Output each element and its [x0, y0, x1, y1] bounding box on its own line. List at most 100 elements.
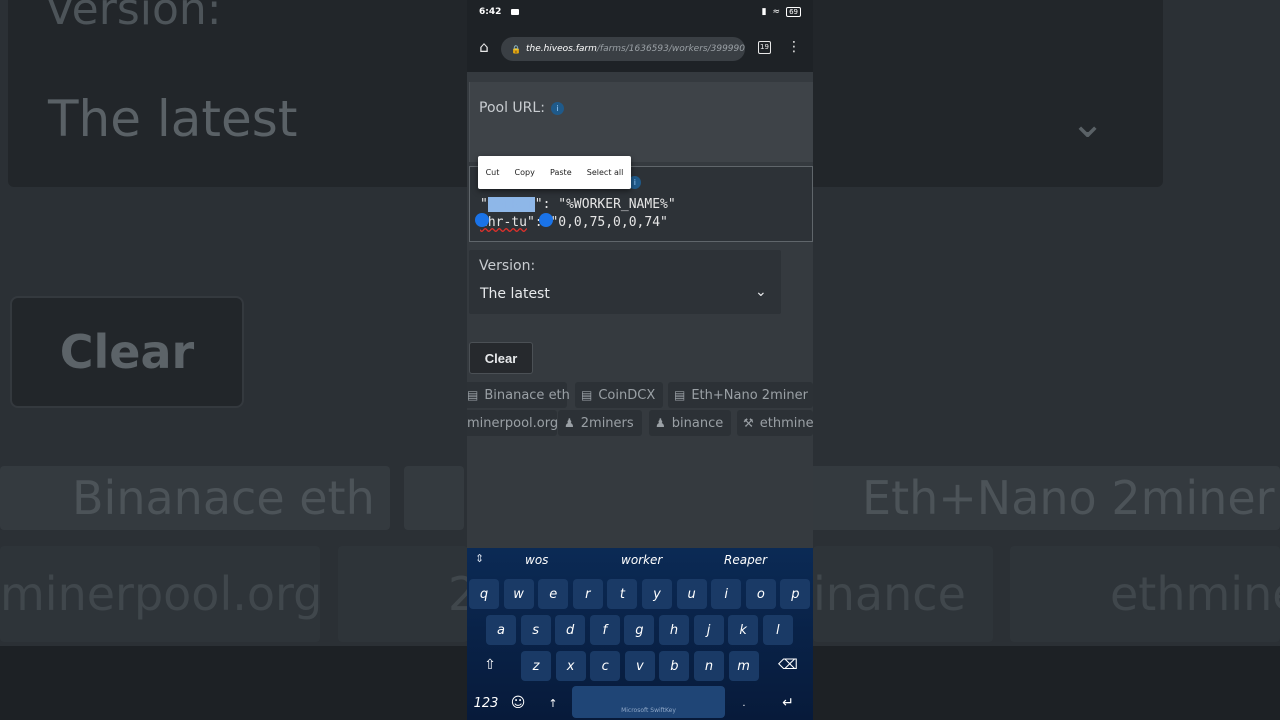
- shift-icon[interactable]: ⇧: [477, 650, 503, 680]
- suggestion[interactable]: worker: [621, 553, 662, 567]
- template-chip[interactable]: ⚒ ethmine: [737, 410, 813, 436]
- bg-chip: 2: [338, 546, 477, 642]
- key-d[interactable]: d: [555, 615, 586, 645]
- bg-chip: ethmine: [1010, 546, 1280, 642]
- menu-item-copy[interactable]: Copy: [515, 168, 535, 177]
- expand-toolbar-icon[interactable]: ⇕: [475, 552, 484, 565]
- template-chip-row: ▤ Binanace eth ▤ CoinDCX ▤ Eth+Nano 2miner: [467, 382, 813, 408]
- template-chip[interactable]: ▤ Eth+Nano 2miner: [668, 382, 813, 408]
- template-chip[interactable]: ▤ CoinDCX: [575, 382, 663, 408]
- key-u[interactable]: u: [676, 579, 707, 609]
- bg-chip: minerpool.org: [0, 546, 322, 642]
- status-bar: 6:42 ▮ ≈ 69: [467, 0, 813, 24]
- selected-text: worker: [487, 197, 535, 212]
- clear-button[interactable]: Clear: [469, 342, 533, 374]
- key-c[interactable]: c: [590, 651, 621, 681]
- tab-switcher-button[interactable]: 19: [758, 41, 771, 54]
- key-p[interactable]: p: [780, 579, 811, 609]
- template-chip[interactable]: ♟ binance: [649, 410, 731, 436]
- pool-icon: ♟: [564, 416, 575, 430]
- microphone-icon[interactable]: ↑: [540, 688, 566, 718]
- info-icon[interactable]: i: [550, 101, 564, 115]
- page-content: Pool URL:i :i "worker": "%WORKER_NAME%" …: [467, 72, 813, 548]
- bg-version-value: The latest: [48, 90, 298, 148]
- menu-item-select-all[interactable]: Select all: [587, 168, 624, 177]
- bg-chevron-down-icon: ⌄: [1070, 98, 1106, 147]
- bg-chip: Binanace eth: [0, 466, 390, 530]
- lock-icon: 🔒: [511, 44, 521, 54]
- key-g[interactable]: g: [624, 615, 655, 645]
- emoji-icon[interactable]: ☺: [505, 688, 531, 718]
- key-t[interactable]: t: [607, 579, 638, 609]
- phone-screen: 6:42 ▮ ≈ 69 ⌂ 🔒 the.hiveos.farm /farms/1…: [467, 0, 813, 720]
- url-host: the.hiveos.farm: [525, 44, 597, 54]
- key-e[interactable]: e: [538, 579, 569, 609]
- key-s[interactable]: s: [520, 615, 551, 645]
- recording-icon: [511, 9, 520, 15]
- key-r[interactable]: r: [572, 579, 603, 609]
- space-bar[interactable]: Microsoft SwiftKey: [572, 686, 725, 718]
- bg-version-label: Version:: [45, 0, 222, 35]
- key-q[interactable]: q: [469, 579, 499, 609]
- signal-icon: ▮: [761, 7, 767, 17]
- address-bar[interactable]: 🔒 the.hiveos.farm /farms/1636593/workers…: [501, 37, 745, 61]
- bg-chip: [404, 466, 464, 530]
- chevron-down-icon: ⌄: [755, 284, 767, 300]
- backspace-icon[interactable]: ⌫: [773, 650, 803, 680]
- pool-url-field[interactable]: Pool URL: i: [469, 82, 813, 162]
- status-time: 6:42: [479, 7, 502, 17]
- browser-toolbar: ⌂ 🔒 the.hiveos.farm /farms/1636593/worke…: [467, 24, 813, 72]
- template-chip[interactable]: ♟ 2miners: [558, 410, 642, 436]
- more-options-icon[interactable]: ⋮: [787, 39, 801, 55]
- bg-chip: inance: [813, 546, 993, 642]
- key-y[interactable]: y: [642, 579, 672, 609]
- version-label: Version:: [479, 258, 536, 274]
- pool-icon: ♟: [655, 416, 666, 430]
- key-f[interactable]: f: [589, 615, 620, 645]
- menu-item-paste[interactable]: Paste: [550, 168, 572, 177]
- key-w[interactable]: w: [503, 579, 534, 609]
- punctuation-key[interactable]: .: [731, 688, 757, 718]
- template-chip[interactable]: ▤ Binanace eth: [467, 382, 570, 408]
- key-a[interactable]: a: [486, 615, 516, 645]
- key-l[interactable]: l: [762, 615, 793, 645]
- soft-keyboard: ⇕ wos worker Reaper qwertyuiop asdfghjkl…: [467, 548, 813, 720]
- menu-item-cut[interactable]: Cut: [486, 168, 500, 177]
- code-line: "worker": "%WORKER_NAME%": [480, 197, 676, 212]
- url-path: /farms/1636593/workers/3999906: [596, 44, 745, 54]
- key-o[interactable]: o: [745, 579, 776, 609]
- key-x[interactable]: x: [555, 651, 586, 681]
- pickaxe-icon: ⚒: [743, 416, 754, 430]
- suggestion-bar: ⇕ wos worker Reaper: [467, 548, 813, 574]
- key-m[interactable]: m: [728, 651, 759, 681]
- code-line: lhr-tu": "0,0,75,0,0,74": [480, 215, 668, 230]
- wallet-icon: ▤: [467, 388, 479, 402]
- text-context-menu: Cut Copy Paste Select all: [478, 156, 631, 189]
- bg-chip: Eth+Nano 2miner: [790, 466, 1280, 530]
- wallet-icon: ▤: [674, 388, 686, 402]
- key-j[interactable]: j: [693, 615, 724, 645]
- key-v[interactable]: v: [624, 651, 655, 681]
- template-chip-row: minerpool.org ♟ 2miners ♟ binance ⚒ ethmine: [467, 410, 813, 436]
- key-n[interactable]: n: [694, 651, 724, 681]
- key-b[interactable]: b: [659, 651, 690, 681]
- version-value: The latest: [480, 286, 550, 302]
- pool-url-label: Pool URL: i: [479, 100, 564, 116]
- wallet-icon: ▤: [581, 388, 593, 402]
- suggestion[interactable]: wos: [525, 553, 548, 567]
- numbers-key[interactable]: 123: [471, 688, 501, 718]
- key-h[interactable]: h: [659, 615, 689, 645]
- template-chip[interactable]: minerpool.org: [467, 410, 558, 436]
- version-select[interactable]: Version: The latest ⌄: [469, 250, 781, 314]
- selection-handle-end[interactable]: [539, 213, 553, 227]
- key-z[interactable]: z: [521, 651, 551, 681]
- enter-icon[interactable]: ↵: [773, 688, 803, 718]
- selection-handle-start[interactable]: [475, 213, 489, 227]
- key-i[interactable]: i: [711, 579, 742, 609]
- bg-clear-button: Clear: [10, 296, 244, 408]
- battery-icon: 69: [786, 7, 801, 17]
- wifi-icon: ≈: [772, 7, 781, 17]
- home-icon[interactable]: ⌂: [475, 38, 493, 56]
- key-k[interactable]: k: [728, 615, 759, 645]
- suggestion[interactable]: Reaper: [724, 553, 767, 567]
